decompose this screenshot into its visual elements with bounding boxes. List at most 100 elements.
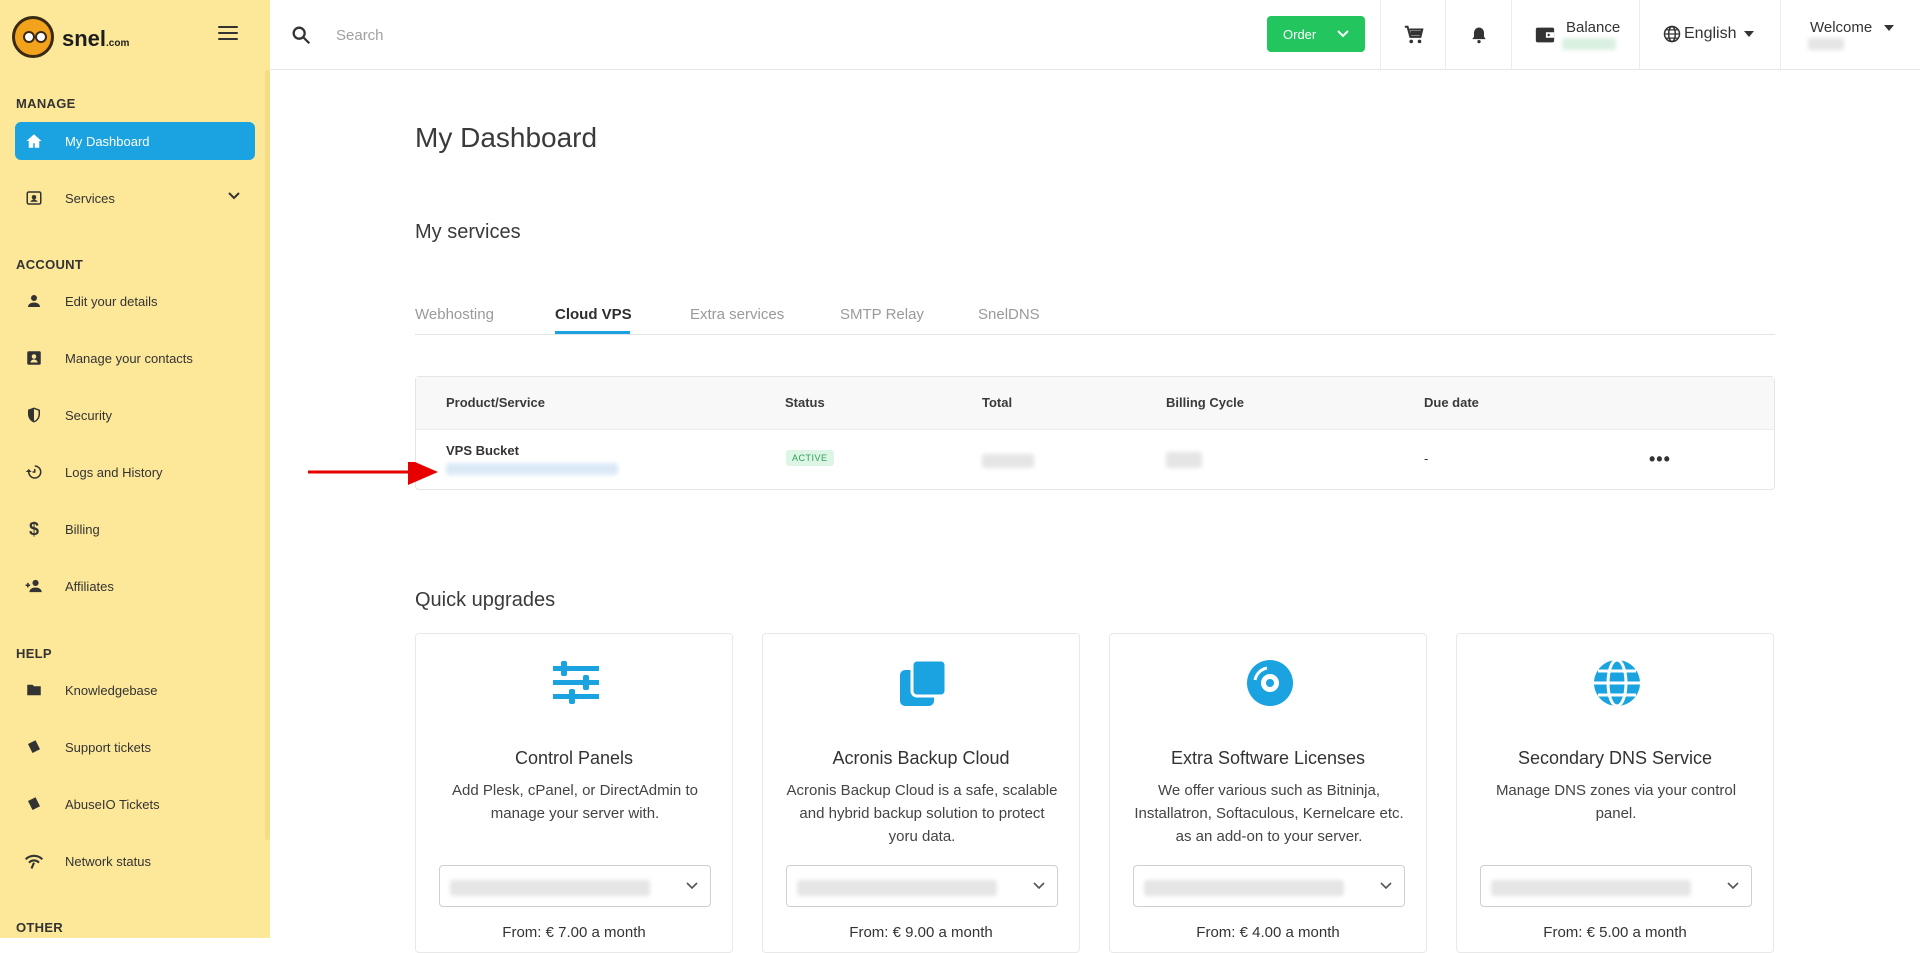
chevron-down-icon [686,882,698,890]
sidebar-item-services[interactable]: Services [15,179,255,217]
page-title: My Dashboard [415,122,598,153]
order-button[interactable]: Order [1267,16,1365,52]
sidebar-item-billing[interactable]: $ Billing [15,510,255,548]
product-hostname[interactable] [446,463,618,475]
wallet-icon[interactable] [1534,24,1556,46]
sidebar-item-contacts[interactable]: Manage your contacts [15,339,255,377]
language-selector[interactable]: English [1662,24,1755,44]
ticket-icon [23,793,45,815]
red-arrow-annotation [308,462,438,485]
col-total: Total [982,395,1013,410]
brand-name: snel.com [62,26,130,51]
history-icon [23,461,45,483]
card-price: From: € 5.00 a month [1543,924,1687,941]
sidebar-item-logs[interactable]: Logs and History [15,453,255,491]
upgrade-card-secondary-dns: Secondary DNS Service Manage DNS zones v… [1456,633,1774,953]
folder-icon [23,679,45,701]
sidebar-item-label: Support tickets [65,739,151,755]
sidebar-item-edit-details[interactable]: Edit your details [15,282,255,320]
card-price: From: € 4.00 a month [1196,924,1340,941]
tab-webhosting[interactable]: Webhosting [415,306,494,323]
sidebar-scrollbar[interactable] [265,70,270,840]
signal-icon [23,850,45,872]
sidebar-item-label: AbuseIO Tickets [65,796,160,812]
plan-select[interactable] [786,865,1058,907]
billing-cycle-value [1166,452,1202,468]
cart-icon[interactable] [1403,24,1425,46]
tab-sneldns[interactable]: SnelDNS [978,306,1040,323]
sidebar-item-security[interactable]: Security [15,396,255,434]
balance-label[interactable]: Balance [1566,19,1620,36]
tab-smtp-relay[interactable]: SMTP Relay [840,306,924,323]
plan-select[interactable] [1480,865,1752,907]
card-title: Acronis Backup Cloud [832,748,1010,768]
sidebar-item-label: Affiliates [65,578,114,594]
plan-select[interactable] [1133,865,1405,907]
section-account: ACCOUNT [16,257,84,272]
caret-down-icon [1884,25,1895,32]
upgrade-card-control-panels: Control Panels Add Plesk, cPanel, or Dir… [415,633,733,953]
card-title: Control Panels [514,748,634,768]
status-badge: ACTIVE [786,450,834,466]
user-icon [23,290,45,312]
sidebar-item-support-tickets[interactable]: Support tickets [15,728,255,766]
total-value [982,454,1034,468]
services-title: My services [415,221,521,243]
globe-icon [1594,658,1640,708]
sidebar-item-label: Services [65,190,115,206]
service-tabs: Webhosting Cloud VPS Extra services SMTP… [415,300,1775,335]
sidebar-item-dashboard[interactable]: My Dashboard [15,122,255,160]
col-product: Product/Service [446,395,545,410]
user-menu[interactable]: Welcome [1810,19,1895,36]
search-input[interactable] [334,22,934,48]
menu-toggle-icon[interactable] [218,26,238,42]
sidebar-item-affiliates[interactable]: Affiliates [15,567,255,605]
bell-icon[interactable] [1469,24,1489,46]
balance-value [1562,38,1616,50]
sidebar-item-network-status[interactable]: Network status [15,842,255,880]
due-date-value: - [1424,451,1429,466]
sidebar-item-label: Network status [65,853,151,869]
sliders-icon [553,661,599,704]
sidebar-item-label: Billing [65,521,100,537]
table-header: Product/Service Status Total Billing Cyc… [416,377,1774,430]
chevron-down-icon [1727,882,1739,890]
sidebar-item-knowledgebase[interactable]: Knowledgebase [15,671,255,709]
card-description: Add Plesk, cPanel, or DirectAdmin to man… [452,782,698,822]
services-icon [23,187,45,209]
sidebar-item-label: My Dashboard [65,133,150,149]
affiliates-icon [23,575,45,597]
tab-extra-services[interactable]: Extra services [690,306,784,323]
globe-icon [1663,25,1681,43]
services-table: Product/Service Status Total Billing Cyc… [415,376,1775,490]
more-options-icon[interactable]: ••• [1649,449,1671,470]
shield-icon [23,404,45,426]
tab-cloud-vps[interactable]: Cloud VPS [555,306,632,323]
section-other: OTHER [16,920,63,935]
caret-down-icon [1744,31,1755,37]
card-price: From: € 9.00 a month [849,924,993,941]
sidebar-item-label: Manage your contacts [65,350,193,366]
chevron-down-icon [228,192,240,200]
dollar-icon: $ [28,518,39,539]
card-title: Extra Software Licenses [1170,748,1366,768]
plan-select[interactable] [439,865,711,907]
card-description: We offer various such as Bitninja, Insta… [1134,782,1404,845]
ticket-icon [23,736,45,758]
sidebar-item-label: Edit your details [65,293,158,309]
sidebar-item-abuseio-tickets[interactable]: AbuseIO Tickets [15,785,255,823]
sidebar-item-label: Logs and History [65,464,163,480]
card-description: Manage DNS zones via your control panel. [1495,782,1737,822]
product-name[interactable]: VPS Bucket [446,443,519,458]
language-label: English [1684,25,1737,42]
active-tab-indicator [555,331,630,334]
chevron-down-icon [1337,30,1349,38]
quick-upgrades-title: Quick upgrades [415,589,556,611]
topbar: Order Balance English Welcome [270,0,1920,70]
disc-icon [1247,660,1293,706]
search-icon[interactable] [290,24,312,46]
brand-logo[interactable]: snel.com [10,12,210,62]
copy-icon [900,658,948,706]
home-icon [23,130,45,152]
order-label: Order [1283,26,1317,42]
